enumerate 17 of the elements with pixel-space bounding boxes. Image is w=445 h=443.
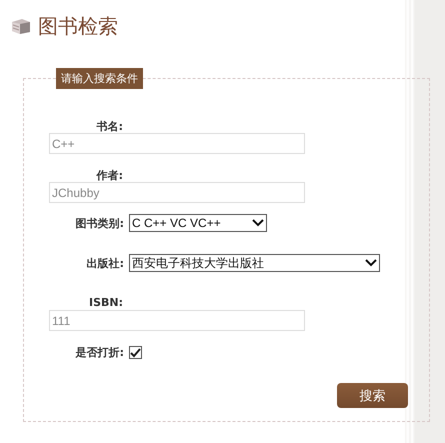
select-field[interactable]: C C++ VC VC++ [129,214,267,232]
field-label: 是否打折: [74,345,124,360]
checkbox[interactable] [129,346,142,359]
field-label: 图书类别: [74,216,124,230]
select-field[interactable]: 西安电子科技大学出版社 [129,254,380,272]
search-button[interactable]: 搜索 [337,383,408,408]
chevron-down-icon [365,259,377,267]
page-title: 图书检索 [38,12,118,40]
text-field[interactable]: JChubby [49,182,305,203]
text-field[interactable]: 111 [49,310,305,331]
field-label: 书名: [96,119,123,132]
form-legend: 请输入搜索条件 [56,68,143,89]
field-label: 作者: [95,168,123,181]
chevron-down-icon [252,219,264,227]
field-label: 出版社: [86,256,124,270]
text-field[interactable]: C++ [49,133,305,154]
field-label: ISBN: [88,296,123,309]
